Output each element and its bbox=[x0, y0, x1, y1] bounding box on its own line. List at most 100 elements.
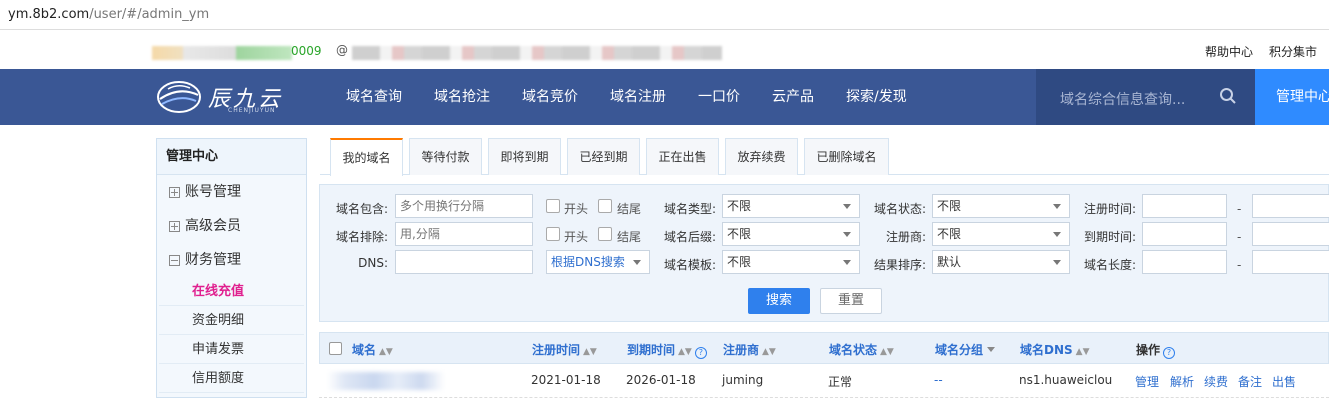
main-nav: 辰九云 CHENJIUYUN 域名查询 域名抢注 域名竞价 域名注册 一口价 云… bbox=[0, 69, 1329, 125]
op-manage-link[interactable]: 管理 bbox=[1135, 373, 1159, 390]
chevron-down-icon bbox=[843, 232, 851, 237]
search-button[interactable]: 搜索 bbox=[748, 288, 810, 314]
nav-cloud-products[interactable]: 云产品 bbox=[756, 69, 830, 125]
col-label: 域名状态 bbox=[829, 343, 878, 357]
tab-deleted[interactable]: 已删除域名 bbox=[804, 138, 889, 175]
address-bar[interactable]: ym.8b2.com/user/#/admin_ym bbox=[0, 0, 1329, 30]
contains-end-checkbox[interactable] bbox=[598, 199, 612, 213]
nav-search-input[interactable]: 域名综合信息查询... bbox=[1036, 69, 1255, 125]
sidebar-item-fund-details[interactable]: 资金明细 bbox=[159, 306, 304, 335]
template-label: 域名模板: bbox=[663, 258, 716, 272]
checkbox-label: 结尾 bbox=[617, 202, 642, 216]
nav-admin-center[interactable]: 管理中心 bbox=[1255, 69, 1329, 125]
contains-start-checkbox[interactable] bbox=[546, 199, 560, 213]
help-icon[interactable]: ? bbox=[1163, 347, 1176, 359]
select-all-checkbox[interactable] bbox=[329, 342, 342, 355]
nav-explore[interactable]: 探索/发现 bbox=[830, 69, 923, 125]
select-value: 不限 bbox=[727, 227, 752, 241]
sidebar-group-account[interactable]: 账号管理 bbox=[157, 175, 306, 209]
op-renew-link[interactable]: 续费 bbox=[1204, 373, 1228, 390]
table-header: 域名 ▲▼ 注册时间 ▲▼ 到期时间 ▲▼? 注册商 ▲▼ 域名状态 ▲▼ 域名分组 域名… bbox=[319, 332, 1329, 364]
nav-domain-query[interactable]: 域名查询 bbox=[330, 69, 418, 125]
help-icon[interactable]: ? bbox=[694, 347, 707, 359]
dns-mode-select[interactable]: 根据DNS搜索 bbox=[546, 250, 650, 274]
col-status[interactable]: 域名状态 ▲▼ bbox=[829, 341, 894, 358]
exp-time-start[interactable] bbox=[1142, 222, 1227, 246]
registrar-select[interactable]: 不限 bbox=[932, 222, 1070, 246]
nav-fixed-price[interactable]: 一口价 bbox=[682, 69, 756, 125]
sidebar-group-finance[interactable]: 财务管理 bbox=[157, 243, 306, 277]
nav-domain-auction[interactable]: 域名竞价 bbox=[506, 69, 594, 125]
col-registrar[interactable]: 注册商 ▲▼ bbox=[723, 341, 776, 358]
points-mall-link[interactable]: 积分集市 bbox=[1269, 43, 1317, 60]
tab-pending-payment[interactable]: 等待付款 bbox=[409, 138, 482, 175]
chevron-down-icon bbox=[843, 204, 851, 209]
exclude-input[interactable] bbox=[395, 222, 533, 246]
suffix-select[interactable]: 不限 bbox=[722, 222, 860, 246]
blurred-user-info bbox=[152, 46, 292, 60]
tab-my-domains[interactable]: 我的域名 bbox=[330, 138, 403, 176]
exp-time-end[interactable] bbox=[1252, 222, 1329, 246]
exclude-start-checkbox[interactable] bbox=[546, 227, 560, 241]
sidebar-item-credit[interactable]: 信用额度 bbox=[159, 364, 304, 393]
sidebar-group-vip[interactable]: 高级会员 bbox=[157, 209, 306, 243]
sort-label: 结果排序: bbox=[873, 258, 926, 272]
col-reg-time[interactable]: 注册时间 ▲▼ bbox=[532, 341, 597, 358]
nav-domain-register[interactable]: 域名注册 bbox=[594, 69, 682, 125]
logo[interactable]: 辰九云 CHENJIUYUN bbox=[156, 77, 301, 117]
select-value: 默认 bbox=[937, 255, 962, 269]
length-max[interactable] bbox=[1252, 250, 1329, 274]
type-select[interactable]: 不限 bbox=[722, 194, 860, 218]
checkbox-label: 开头 bbox=[564, 230, 589, 244]
range-separator: - bbox=[1237, 230, 1242, 244]
sidebar-group-label: 高级会员 bbox=[185, 218, 241, 234]
reset-button[interactable]: 重置 bbox=[820, 288, 882, 314]
nav-domain-snapback[interactable]: 域名抢注 bbox=[418, 69, 506, 125]
sort-icon: ▲▼ bbox=[880, 347, 894, 357]
table-row: 2021-01-18 2026-01-18 juming 正常 -- ns1.h… bbox=[319, 364, 1329, 398]
status-label: 域名状态: bbox=[873, 202, 926, 216]
template-select[interactable]: 不限 bbox=[722, 250, 860, 274]
sidebar-title: 管理中心 bbox=[157, 139, 306, 175]
reg-time-start[interactable] bbox=[1142, 194, 1227, 218]
col-exp-time[interactable]: 到期时间 ▲▼? bbox=[627, 341, 707, 359]
globe-logo-icon bbox=[157, 81, 201, 113]
contains-label: 域名包含: bbox=[335, 202, 388, 216]
length-min[interactable] bbox=[1142, 250, 1227, 274]
tab-on-sale[interactable]: 正在出售 bbox=[646, 138, 719, 175]
chevron-down-icon bbox=[987, 347, 996, 352]
col-group[interactable]: 域名分组 bbox=[935, 341, 996, 358]
sidebar-item-invoice[interactable]: 申请发票 bbox=[159, 335, 304, 364]
tab-expiring-soon[interactable]: 即将到期 bbox=[488, 138, 561, 175]
status-select[interactable]: 不限 bbox=[932, 194, 1070, 218]
select-value: 不限 bbox=[937, 199, 962, 213]
select-value: 不限 bbox=[937, 227, 962, 241]
sort-select[interactable]: 默认 bbox=[932, 250, 1070, 274]
op-sell-link[interactable]: 出售 bbox=[1272, 373, 1296, 390]
help-center-link[interactable]: 帮助中心 bbox=[1205, 43, 1253, 60]
col-ops: 操作? bbox=[1136, 341, 1176, 359]
reg-time-label: 注册时间: bbox=[1083, 202, 1136, 216]
search-placeholder: 域名综合信息查询... bbox=[1060, 92, 1186, 108]
select-value: 不限 bbox=[727, 199, 752, 213]
tab-abandoned-renewal[interactable]: 放弃续费 bbox=[725, 138, 798, 175]
sidebar-item-recharge[interactable]: 在线充值 bbox=[159, 277, 304, 306]
reg-time-end[interactable] bbox=[1252, 194, 1329, 218]
cell-reg-time: 2021-01-18 bbox=[531, 373, 601, 387]
exclude-end-checkbox[interactable] bbox=[598, 227, 612, 241]
dns-label: DNS: bbox=[358, 256, 388, 270]
sort-icon: ▲▼ bbox=[678, 347, 692, 357]
dns-input[interactable] bbox=[395, 250, 533, 274]
range-separator: - bbox=[1237, 258, 1242, 272]
op-note-link[interactable]: 备注 bbox=[1238, 373, 1262, 390]
contains-input[interactable] bbox=[395, 194, 533, 218]
tab-expired[interactable]: 已经到期 bbox=[567, 138, 640, 175]
op-resolve-link[interactable]: 解析 bbox=[1170, 373, 1194, 390]
sort-icon: ▲▼ bbox=[583, 347, 597, 357]
sidebar-group-label: 账号管理 bbox=[185, 184, 241, 200]
col-dns[interactable]: 域名DNS ▲▼ bbox=[1020, 341, 1090, 358]
sort-icon: ▲▼ bbox=[1075, 347, 1090, 357]
col-label: 域名 bbox=[352, 343, 377, 357]
search-icon[interactable] bbox=[1219, 87, 1237, 105]
col-domain[interactable]: 域名 ▲▼ bbox=[352, 341, 393, 358]
